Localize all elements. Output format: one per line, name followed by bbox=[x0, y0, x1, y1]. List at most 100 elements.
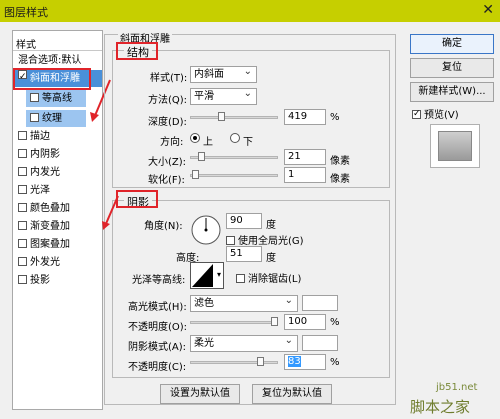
reset-button[interactable]: 复位 bbox=[410, 58, 494, 78]
sidebar-item-label: 内阴影 bbox=[30, 149, 60, 160]
sidebar-item-blending-options[interactable]: 混合选项:默认 bbox=[14, 52, 99, 69]
antialias-option[interactable]: 消除锯齿(L) bbox=[236, 270, 301, 285]
soften-unit: 像素 bbox=[330, 174, 350, 185]
preview-option[interactable]: 预览(V) bbox=[412, 106, 459, 121]
color-overlay-checkbox[interactable] bbox=[18, 203, 27, 212]
highlight-mode-label: 高光模式(H): bbox=[128, 302, 187, 313]
sidebar-item-label: 混合选项:默认 bbox=[18, 55, 82, 66]
outer-glow-checkbox[interactable] bbox=[18, 257, 27, 266]
shadow-opacity-value: 83 bbox=[288, 356, 301, 367]
sidebar-item-color-overlay[interactable]: 颜色叠加 bbox=[14, 200, 99, 217]
drop-shadow-checkbox[interactable] bbox=[18, 275, 27, 284]
sidebar-item-texture[interactable]: 纹理 bbox=[26, 110, 86, 127]
style-preview-thumbnail bbox=[430, 124, 480, 168]
antialias-checkbox[interactable] bbox=[236, 274, 245, 283]
sidebar-item-label: 描边 bbox=[30, 131, 50, 142]
size-label: 大小(Z): bbox=[148, 157, 187, 168]
layer-style-dialog: 图层样式 ✕ 样式 混合选项:默认 斜面和浮雕 等高线 纹理 描边 内阴影 内发… bbox=[0, 0, 500, 419]
set-default-button[interactable]: 设置为默认值 bbox=[160, 384, 240, 404]
gradient-overlay-checkbox[interactable] bbox=[18, 221, 27, 230]
style-select[interactable]: 内斜面 bbox=[190, 64, 257, 83]
pattern-overlay-checkbox[interactable] bbox=[18, 239, 27, 248]
sidebar-item-inner-shadow[interactable]: 内阴影 bbox=[14, 146, 99, 163]
shadow-opacity-slider[interactable] bbox=[190, 361, 278, 364]
close-icon[interactable]: ✕ bbox=[482, 2, 494, 18]
sidebar-item-outer-glow[interactable]: 外发光 bbox=[14, 254, 99, 271]
sidebar-item-label: 渐变叠加 bbox=[30, 221, 70, 232]
gloss-contour-preview-icon bbox=[192, 264, 213, 287]
depth-slider-thumb[interactable] bbox=[218, 112, 225, 121]
depth-input[interactable]: 419 bbox=[284, 109, 326, 125]
ok-button[interactable]: 确定 bbox=[410, 34, 494, 54]
sidebar-item-drop-shadow[interactable]: 投影 bbox=[14, 272, 99, 289]
sidebar-item-gradient-overlay[interactable]: 渐变叠加 bbox=[14, 218, 99, 235]
window-title: 图层样式 bbox=[4, 6, 48, 19]
angle-unit: 度 bbox=[266, 220, 276, 231]
sidebar-item-label: 内发光 bbox=[30, 167, 60, 178]
depth-unit: % bbox=[330, 112, 340, 123]
shadow-opacity-label: 不透明度(C): bbox=[128, 362, 187, 373]
global-light-checkbox[interactable] bbox=[226, 236, 235, 245]
annotation-structure-box bbox=[116, 42, 158, 60]
inner-glow-checkbox[interactable] bbox=[18, 167, 27, 176]
highlight-mode-select[interactable]: 滤色 bbox=[190, 293, 298, 312]
contour-checkbox[interactable] bbox=[30, 93, 39, 102]
size-input[interactable]: 21 bbox=[284, 149, 326, 165]
preview-checkbox[interactable] bbox=[412, 110, 421, 119]
direction-down-radio[interactable] bbox=[230, 133, 240, 143]
sidebar-item-label: 图案叠加 bbox=[30, 239, 70, 250]
direction-down-label: 下 bbox=[243, 137, 253, 148]
angle-dial[interactable] bbox=[190, 214, 222, 246]
sidebar-item-label: 等高线 bbox=[42, 93, 72, 104]
preview-label: 预览(V) bbox=[424, 110, 459, 121]
annotation-arrow-shading bbox=[102, 195, 119, 230]
size-slider-thumb[interactable] bbox=[198, 152, 205, 161]
shadow-opacity-slider-thumb[interactable] bbox=[257, 357, 264, 366]
shadow-color-swatch[interactable] bbox=[302, 335, 338, 351]
annotation-highlight-box bbox=[13, 68, 91, 90]
preview-swatch bbox=[438, 131, 472, 161]
satin-checkbox[interactable] bbox=[18, 185, 27, 194]
direction-label: 方向: bbox=[160, 137, 184, 148]
sidebar-item-label: 纹理 bbox=[42, 113, 62, 124]
altitude-input[interactable]: 51 bbox=[226, 246, 262, 262]
gloss-contour-label: 光泽等高线: bbox=[132, 275, 186, 286]
soften-slider[interactable] bbox=[190, 174, 278, 177]
gloss-contour-picker[interactable]: ▾ bbox=[190, 262, 224, 289]
new-style-button[interactable]: 新建样式(W)... bbox=[410, 82, 494, 102]
soften-label: 软化(F): bbox=[148, 175, 185, 186]
highlight-opacity-slider-thumb[interactable] bbox=[271, 317, 278, 326]
shadow-mode-select[interactable]: 柔光 bbox=[190, 333, 298, 352]
depth-slider[interactable] bbox=[190, 116, 278, 119]
sidebar-item-satin[interactable]: 光泽 bbox=[14, 182, 99, 199]
soften-slider-thumb[interactable] bbox=[192, 170, 199, 179]
styles-header: 样式 bbox=[16, 40, 36, 51]
angle-input[interactable]: 90 bbox=[226, 213, 262, 229]
stroke-checkbox[interactable] bbox=[18, 131, 27, 140]
texture-checkbox[interactable] bbox=[30, 113, 39, 122]
direction-up-label: 上 bbox=[203, 137, 213, 148]
sidebar-item-inner-glow[interactable]: 内发光 bbox=[14, 164, 99, 181]
title-bar: 图层样式 ✕ bbox=[0, 0, 500, 22]
highlight-color-swatch[interactable] bbox=[302, 295, 338, 311]
direction-up-radio[interactable] bbox=[190, 133, 200, 143]
inner-shadow-checkbox[interactable] bbox=[18, 149, 27, 158]
method-select[interactable]: 平滑 bbox=[190, 86, 257, 105]
sidebar-item-pattern-overlay[interactable]: 图案叠加 bbox=[14, 236, 99, 253]
sidebar-item-label: 颜色叠加 bbox=[30, 203, 70, 214]
sidebar-item-label: 投影 bbox=[30, 275, 50, 286]
shadow-opacity-unit: % bbox=[330, 357, 340, 368]
shadow-opacity-input[interactable]: 83 bbox=[284, 354, 326, 370]
annotation-shading-box bbox=[116, 190, 158, 208]
watermark-site: jb51.net bbox=[436, 382, 478, 393]
sidebar-item-stroke[interactable]: 描边 bbox=[14, 128, 99, 145]
reset-default-button[interactable]: 复位为默认值 bbox=[252, 384, 332, 404]
depth-label: 深度(D): bbox=[148, 117, 187, 128]
highlight-opacity-slider[interactable] bbox=[190, 321, 278, 324]
sidebar-item-contour[interactable]: 等高线 bbox=[26, 90, 86, 107]
chevron-down-icon: ▾ bbox=[216, 270, 221, 279]
watermark-name: 脚本之家 bbox=[410, 398, 471, 416]
highlight-opacity-input[interactable]: 100 bbox=[284, 314, 326, 330]
global-light-option[interactable]: 使用全局光(G) bbox=[226, 232, 304, 247]
soften-input[interactable]: 1 bbox=[284, 167, 326, 183]
